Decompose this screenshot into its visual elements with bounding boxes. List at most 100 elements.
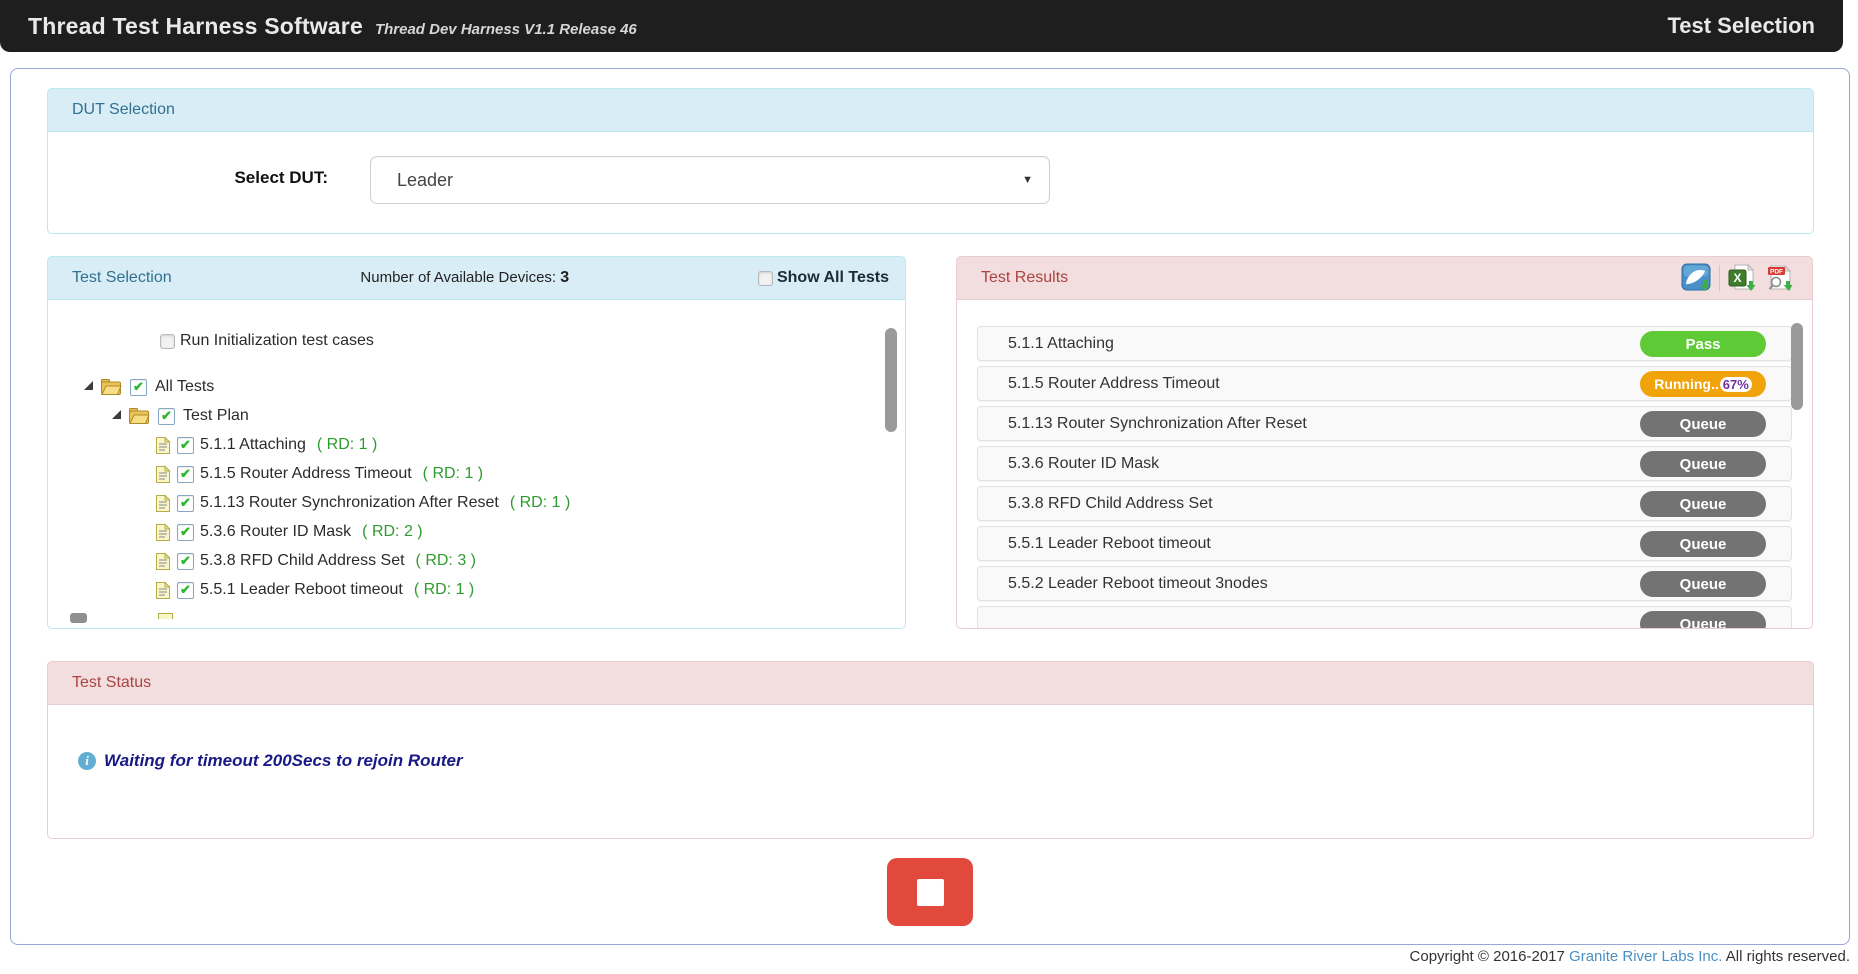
test-results-panel: Test Results X [956, 256, 1813, 629]
footer-copyright: Copyright © 2016-2017 Granite River Labs… [1410, 948, 1850, 965]
run-init-label: Run Initialization test cases [180, 332, 374, 350]
result-test-name: 5.1.13 Router Synchronization After Rese… [1008, 415, 1307, 433]
stop-icon [917, 879, 944, 906]
wireshark-export-icon[interactable] [1681, 263, 1713, 293]
tree-horizontal-scrollbar[interactable] [70, 613, 87, 623]
test-status-panel: Test Status i Waiting for timeout 200Sec… [47, 661, 1814, 839]
tree-node-label: All Tests [155, 378, 214, 396]
pdf-export-icon[interactable]: PDF [1764, 263, 1796, 293]
select-dut-label: Select DUT: [48, 168, 328, 188]
results-vertical-scrollbar[interactable] [1791, 323, 1803, 410]
result-row-partial[interactable]: Queue [977, 606, 1792, 629]
app-header: Thread Test Harness Software Thread Dev … [0, 0, 1843, 52]
status-badge: Queue [1640, 531, 1766, 557]
result-row[interactable]: 5.3.8 RFD Child Address Set Queue [977, 486, 1792, 521]
tree-expander-icon[interactable] [112, 410, 121, 419]
test-rd-count: ( RD: 1 ) [317, 436, 377, 454]
document-icon [155, 581, 171, 600]
dut-dropdown[interactable]: Leader ▼ [370, 156, 1050, 204]
chevron-down-icon: ▼ [1022, 174, 1033, 186]
company-link[interactable]: Granite River Labs Inc. [1569, 948, 1722, 965]
test-status-title: Test Status [72, 674, 151, 692]
result-row[interactable]: 5.1.5 Router Address Timeout Running..67… [977, 366, 1792, 401]
tree-test-item[interactable]: ✔ 5.3.8 RFD Child Address Set ( RD: 3 ) [155, 550, 905, 572]
result-test-name: 5.5.1 Leader Reboot timeout [1008, 535, 1211, 553]
status-badge: Queue [1640, 451, 1766, 477]
run-init-row[interactable]: Run Initialization test cases [160, 330, 905, 352]
status-text: Pass [1685, 336, 1720, 353]
status-badge: Pass [1640, 331, 1766, 357]
test-selection-title: Test Selection [72, 269, 172, 287]
folder-icon [100, 378, 122, 396]
dut-selection-panel: DUT Selection Select DUT: Leader ▼ [47, 88, 1814, 234]
tree-test-item[interactable]: ✔ 5.1.5 Router Address Timeout ( RD: 1 ) [155, 463, 905, 485]
tree-expander-icon[interactable] [84, 381, 93, 390]
status-text: Queue [1680, 536, 1727, 553]
status-badge: Running..67% [1640, 371, 1766, 397]
app-version: Thread Dev Harness V1.1 Release 46 [375, 21, 637, 38]
tree-test-item[interactable]: ✔ 5.3.6 Router ID Mask ( RD: 2 ) [155, 521, 905, 543]
result-row[interactable]: 5.5.1 Leader Reboot timeout Queue [977, 526, 1792, 561]
status-message: Waiting for timeout 200Secs to rejoin Ro… [104, 751, 463, 771]
result-row[interactable]: 5.3.6 Router ID Mask Queue [977, 446, 1792, 481]
stop-button[interactable] [887, 858, 973, 926]
test-rd-count: ( RD: 3 ) [416, 552, 476, 570]
main-container: DUT Selection Select DUT: Leader ▼ Test … [10, 68, 1850, 945]
document-icon [155, 552, 171, 571]
test-rd-count: ( RD: 1 ) [423, 465, 483, 483]
tree-checkbox[interactable]: ✔ [130, 379, 147, 396]
tree-checkbox[interactable]: ✔ [177, 437, 194, 454]
progress-percent: 67% [1720, 377, 1752, 392]
status-text: Queue [1680, 416, 1727, 433]
tree-checkbox[interactable]: ✔ [177, 524, 194, 541]
run-init-checkbox[interactable] [160, 334, 175, 349]
tree-checkbox[interactable]: ✔ [177, 582, 194, 599]
tree-checkbox[interactable]: ✔ [177, 466, 194, 483]
results-list: 5.1.1 Attaching Pass 5.1.5 Router Addres… [957, 300, 1812, 629]
result-test-name: 5.1.5 Router Address Timeout [1008, 375, 1220, 393]
tree-test-item[interactable]: ✔ 5.1.1 Attaching ( RD: 1 ) [155, 434, 905, 456]
available-devices-label: Number of Available Devices: 3 [360, 269, 569, 287]
test-name: 5.3.6 Router ID Mask [200, 523, 351, 541]
tree-vertical-scrollbar[interactable] [885, 328, 897, 432]
clipped-next-item [158, 613, 173, 619]
tree-test-item[interactable]: ✔ 5.1.13 Router Synchronization After Re… [155, 492, 905, 514]
tree-node-label: Test Plan [183, 407, 249, 425]
svg-text:PDF: PDF [1770, 269, 1783, 276]
document-icon [155, 436, 171, 455]
result-row[interactable]: 5.1.1 Attaching Pass [977, 326, 1792, 361]
show-all-tests-toggle[interactable]: Show All Tests [758, 269, 889, 287]
info-icon: i [78, 752, 96, 770]
test-results-title: Test Results [981, 269, 1068, 287]
tree-checkbox[interactable]: ✔ [158, 408, 175, 425]
page-title: Test Selection [1667, 13, 1815, 39]
folder-icon [128, 407, 150, 425]
tree-node-test-plan[interactable]: ✔ Test Plan [112, 405, 905, 427]
show-all-tests-checkbox[interactable] [758, 271, 773, 286]
dut-panel-heading: DUT Selection [47, 88, 1814, 132]
result-row[interactable]: 5.1.13 Router Synchronization After Rese… [977, 406, 1792, 441]
test-name: 5.3.8 RFD Child Address Set [200, 552, 405, 570]
document-icon [155, 523, 171, 542]
app-title: Thread Test Harness Software [28, 13, 363, 40]
tree-checkbox[interactable]: ✔ [177, 553, 194, 570]
result-test-name: 5.3.6 Router ID Mask [1008, 455, 1159, 473]
show-all-tests-label: Show All Tests [777, 269, 889, 287]
tree-test-item[interactable]: ✔ 5.5.1 Leader Reboot timeout ( RD: 1 ) [155, 579, 905, 601]
copyright-suffix: All rights reserved. [1722, 948, 1850, 965]
devices-count: 3 [560, 269, 569, 286]
test-tree: Run Initialization test cases ✔ All Test… [48, 300, 905, 601]
tree-node-all-tests[interactable]: ✔ All Tests [84, 376, 905, 398]
status-badge: Queue [1640, 571, 1766, 597]
result-row[interactable]: 5.5.2 Leader Reboot timeout 3nodes Queue [977, 566, 1792, 601]
excel-export-icon[interactable]: X [1726, 263, 1758, 293]
status-text: Running.. [1654, 376, 1719, 392]
test-rd-count: ( RD: 2 ) [362, 523, 422, 541]
dut-panel-title: DUT Selection [72, 101, 175, 119]
status-badge: Queue [1640, 611, 1766, 629]
status-text: Queue [1680, 616, 1727, 630]
result-test-name: 5.3.8 RFD Child Address Set [1008, 495, 1213, 513]
tree-checkbox[interactable]: ✔ [177, 495, 194, 512]
status-badge: Queue [1640, 411, 1766, 437]
test-name: 5.1.5 Router Address Timeout [200, 465, 412, 483]
